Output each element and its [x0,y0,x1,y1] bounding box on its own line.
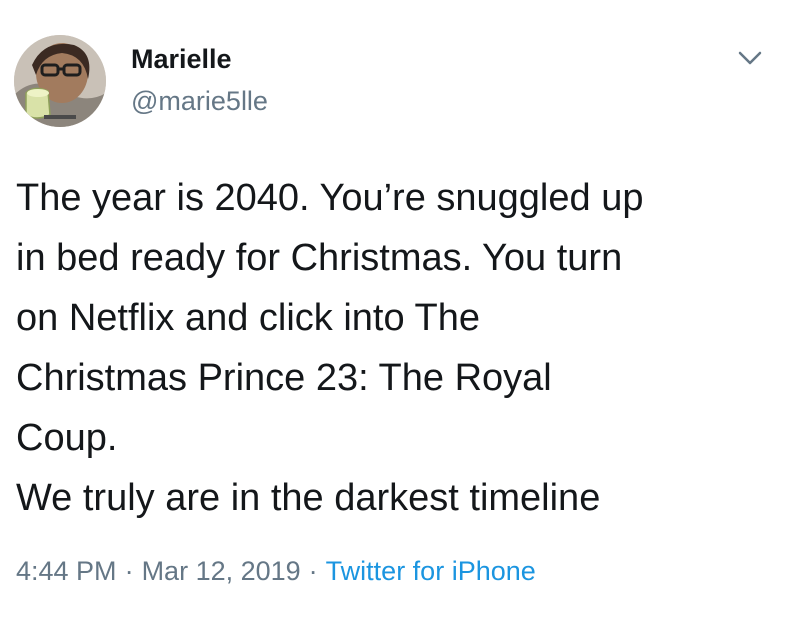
meta-separator: · [124,556,134,586]
tweet-meta: 4:44 PM · Mar 12, 2019 · Twitter for iPhone [16,556,536,587]
chevron-down-icon[interactable] [736,48,764,68]
tweet-time[interactable]: 4:44 PM [16,556,117,586]
tweet-source-link[interactable]: Twitter for iPhone [326,556,536,586]
avatar[interactable] [14,35,106,127]
display-name[interactable]: Marielle [131,44,232,75]
meta-separator: · [308,556,318,586]
tweet-text: The year is 2040. You’re snuggled up in … [16,177,644,519]
tweet-date[interactable]: Mar 12, 2019 [142,556,301,586]
user-handle[interactable]: @marie5lle [131,86,268,117]
tweet-card: Marielle @marie5lle The year is 2040. Yo… [0,0,792,623]
